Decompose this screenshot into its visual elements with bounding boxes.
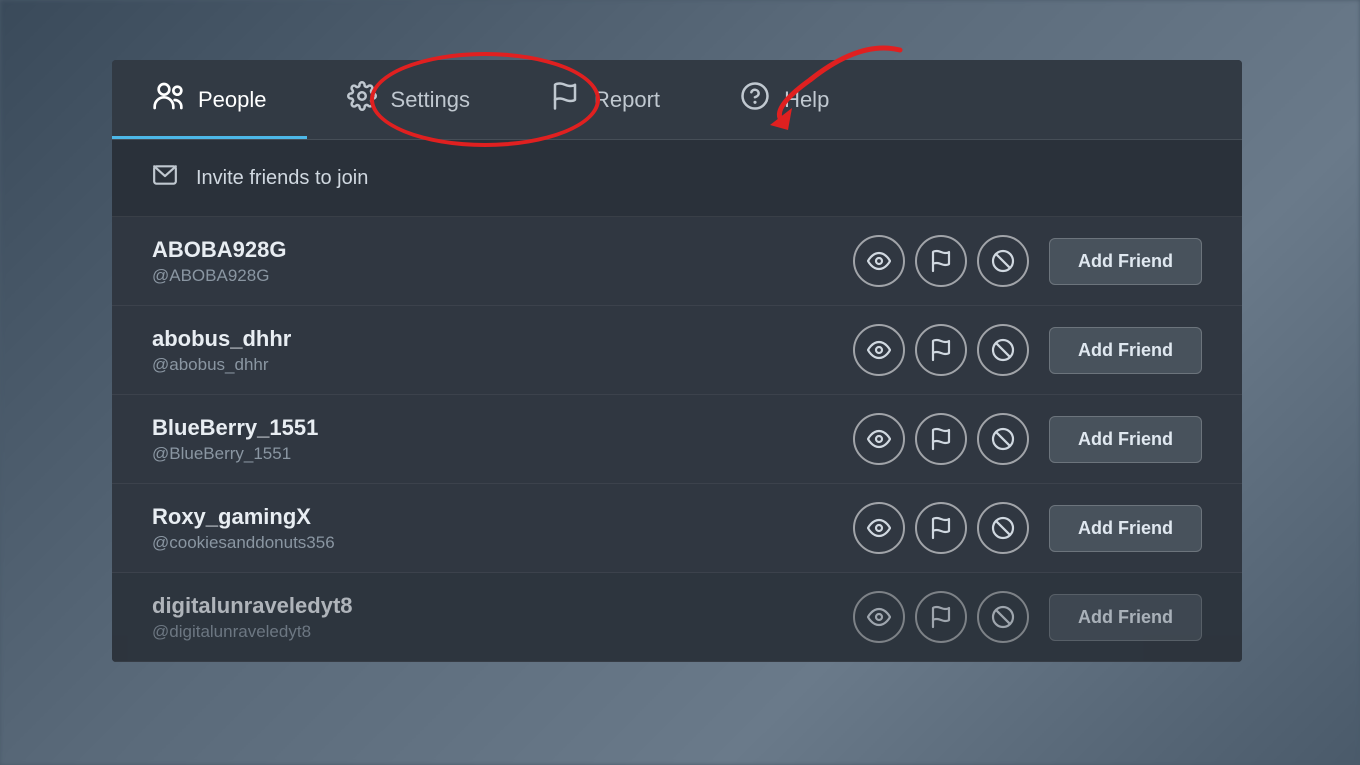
view-profile-button[interactable] xyxy=(853,235,905,287)
user-name: abobus_dhhr xyxy=(152,325,833,354)
user-row: abobus_dhhr @abobus_dhhr xyxy=(112,306,1242,395)
user-info: BlueBerry_1551 @BlueBerry_1551 xyxy=(152,414,833,465)
people-icon xyxy=(152,80,184,119)
tab-settings-label: Settings xyxy=(391,87,471,113)
tab-help[interactable]: Help xyxy=(700,60,869,139)
user-row: ABOBA928G @ABOBA928G xyxy=(112,217,1242,306)
user-actions: Add Friend xyxy=(853,502,1202,554)
user-row: Roxy_gamingX @cookiesanddonuts356 xyxy=(112,484,1242,573)
panel: People Settings Report xyxy=(112,60,1242,662)
user-info: digitalunraveledyt8 @digitalunraveledyt8 xyxy=(152,592,833,643)
user-row: BlueBerry_1551 @BlueBerry_1551 xyxy=(112,395,1242,484)
content-area: Invite friends to join ABOBA928G @ABOBA9… xyxy=(112,140,1242,662)
tab-help-label: Help xyxy=(784,87,829,113)
user-handle: @ABOBA928G xyxy=(152,266,833,286)
block-button[interactable] xyxy=(977,235,1029,287)
add-friend-button[interactable]: Add Friend xyxy=(1049,594,1202,641)
user-handle: @BlueBerry_1551 xyxy=(152,444,833,464)
flag-button[interactable] xyxy=(915,235,967,287)
report-icon xyxy=(550,81,580,118)
tab-people-label: People xyxy=(198,87,267,113)
flag-button[interactable] xyxy=(915,413,967,465)
user-handle: @digitalunraveledyt8 xyxy=(152,622,833,642)
tab-report[interactable]: Report xyxy=(510,60,700,139)
envelope-icon xyxy=(152,162,178,194)
user-actions: Add Friend xyxy=(853,324,1202,376)
tab-settings[interactable]: Settings xyxy=(307,60,511,139)
flag-button[interactable] xyxy=(915,324,967,376)
block-button[interactable] xyxy=(977,591,1029,643)
user-name: ABOBA928G xyxy=(152,236,833,265)
tab-people[interactable]: People xyxy=(112,60,307,139)
user-row: digitalunraveledyt8 @digitalunraveledyt8 xyxy=(112,573,1242,662)
user-info: abobus_dhhr @abobus_dhhr xyxy=(152,325,833,376)
block-button[interactable] xyxy=(977,324,1029,376)
view-profile-button[interactable] xyxy=(853,591,905,643)
flag-button[interactable] xyxy=(915,502,967,554)
user-name: digitalunraveledyt8 xyxy=(152,592,833,621)
block-button[interactable] xyxy=(977,502,1029,554)
invite-row[interactable]: Invite friends to join xyxy=(112,140,1242,217)
invite-label: Invite friends to join xyxy=(196,167,368,190)
user-info: Roxy_gamingX @cookiesanddonuts356 xyxy=(152,503,833,554)
user-actions: Add Friend xyxy=(853,591,1202,643)
flag-button[interactable] xyxy=(915,591,967,643)
add-friend-button[interactable]: Add Friend xyxy=(1049,238,1202,285)
view-profile-button[interactable] xyxy=(853,502,905,554)
user-actions: Add Friend xyxy=(853,235,1202,287)
user-handle: @abobus_dhhr xyxy=(152,355,833,375)
view-profile-button[interactable] xyxy=(853,413,905,465)
add-friend-button[interactable]: Add Friend xyxy=(1049,416,1202,463)
settings-icon xyxy=(347,81,377,118)
block-button[interactable] xyxy=(977,413,1029,465)
help-icon xyxy=(740,81,770,118)
user-handle: @cookiesanddonuts356 xyxy=(152,533,833,553)
user-info: ABOBA928G @ABOBA928G xyxy=(152,236,833,287)
user-name: BlueBerry_1551 xyxy=(152,414,833,443)
add-friend-button[interactable]: Add Friend xyxy=(1049,327,1202,374)
user-name: Roxy_gamingX xyxy=(152,503,833,532)
user-actions: Add Friend xyxy=(853,413,1202,465)
tab-bar: People Settings Report xyxy=(112,60,1242,140)
tab-report-label: Report xyxy=(594,87,660,113)
add-friend-button[interactable]: Add Friend xyxy=(1049,505,1202,552)
view-profile-button[interactable] xyxy=(853,324,905,376)
